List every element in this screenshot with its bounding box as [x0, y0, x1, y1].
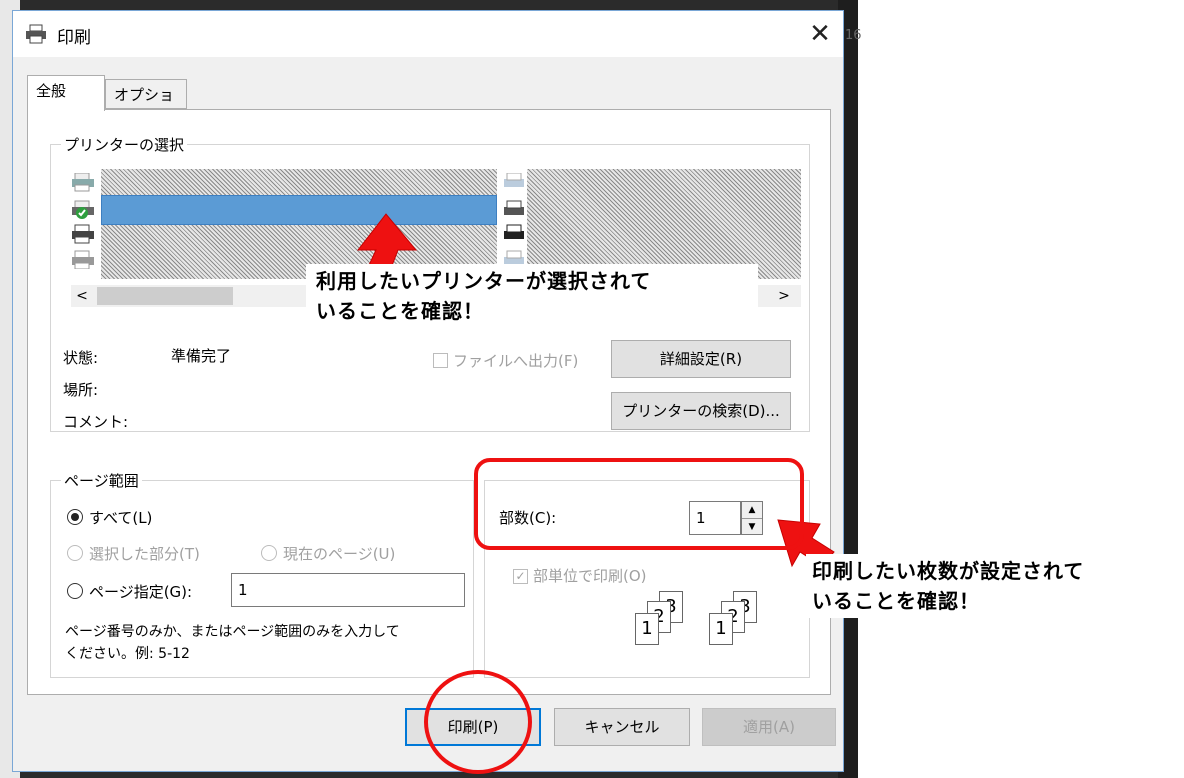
print-button-highlight — [424, 670, 532, 774]
printer-annotation-line1: 利用したいプリンターが選択されて — [316, 269, 652, 293]
annotation-arrows — [356, 213, 835, 568]
printer-annotation-line2: いることを確認！ — [316, 299, 484, 323]
tab-general[interactable]: 全般 — [27, 75, 105, 111]
copies-annotation-line1: 印刷したい枚数が設定されて — [812, 559, 1085, 583]
printer-annotation: 利用したいプリンターが選択されて いることを確認！ — [306, 264, 758, 328]
copies-highlight — [474, 458, 804, 550]
copies-annotation: 印刷したい枚数が設定されて いることを確認！ — [806, 554, 1180, 618]
copies-annotation-line2: いることを確認！ — [812, 589, 980, 613]
